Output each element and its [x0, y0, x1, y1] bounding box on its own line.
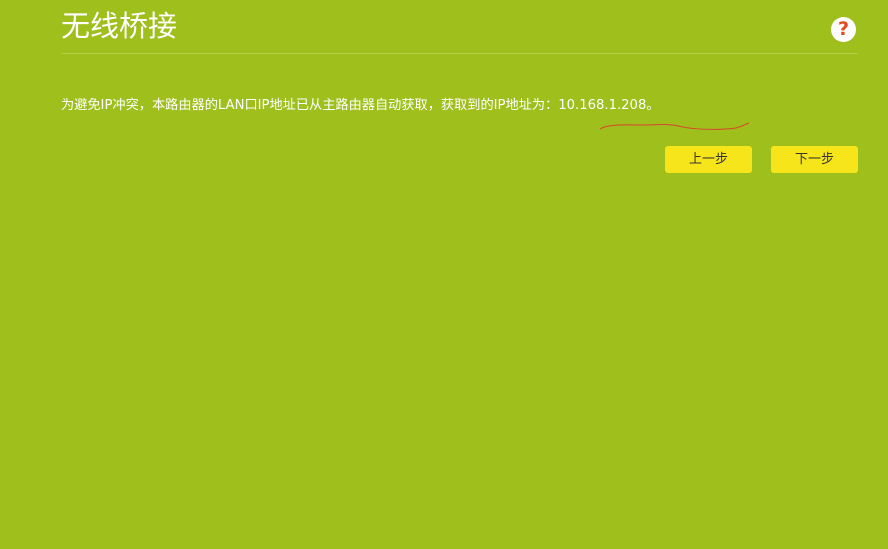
page-title: 无线桥接 — [61, 9, 178, 43]
info-message: 为避免IP冲突，本路由器的LAN口IP地址已从主路由器自动获取，获取到的IP地址… — [61, 96, 660, 116]
ip-underline-annotation — [599, 122, 750, 130]
title-divider — [61, 53, 858, 54]
prev-step-button[interactable]: 上一步 — [665, 146, 752, 173]
info-message-text: 为避免IP冲突，本路由器的LAN口IP地址已从主路由器自动获取，获取到的IP地址… — [61, 98, 559, 113]
help-icon[interactable]: ? — [831, 17, 856, 42]
next-step-button[interactable]: 下一步 — [771, 146, 858, 173]
ip-address: 10.168.1.208 — [558, 98, 647, 113]
info-message-end: 。 — [646, 98, 660, 113]
